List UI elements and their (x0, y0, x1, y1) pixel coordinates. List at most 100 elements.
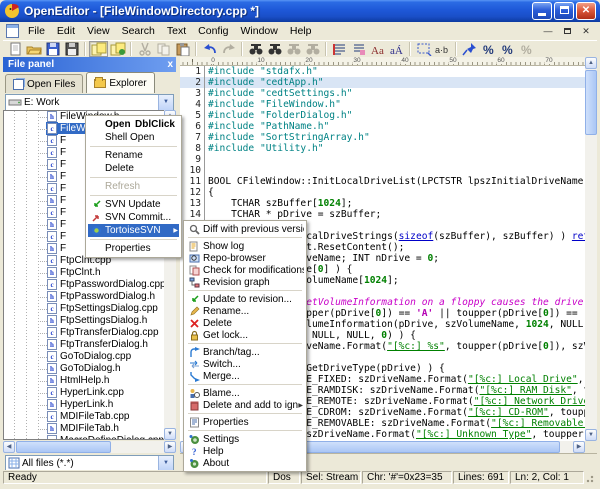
clear-marks-button[interactable] (349, 41, 368, 57)
app-icon[interactable] (4, 3, 20, 19)
tortoisesvn-item-rename[interactable]: Rename... (186, 305, 304, 317)
tree-item-ftppassworddialog-h[interactable]: hFtpPasswordDialog.h (4, 291, 164, 303)
tree-item-label: F (57, 207, 69, 218)
context-menu-item-svn-commit[interactable]: SVN Commit... (88, 211, 179, 224)
tortoisesvn-item-update-to-revision[interactable]: Update to revision... (186, 293, 304, 305)
open-file-button[interactable] (24, 41, 43, 57)
context-menu-item-rename[interactable]: Rename (88, 149, 179, 162)
mdi-restore-button[interactable] (559, 25, 575, 38)
maximize-button[interactable] (554, 2, 574, 20)
tree-item-ftpsettingsdialog-cpp[interactable]: cFtpSettingsDialog.cpp (4, 303, 164, 315)
filter-dropdown-arrow-icon[interactable]: ▼ (158, 456, 173, 470)
context-menu-item-delete[interactable]: Delete (88, 162, 179, 175)
menu-item-label: SVN Update (105, 199, 179, 210)
file-panel-close-icon[interactable]: x (167, 57, 173, 72)
editor-vertical-scrollbar[interactable]: ▲ ▼ (585, 57, 597, 441)
tortoisesvn-item-help[interactable]: ?Help (186, 445, 304, 457)
tab-open-files[interactable]: Open Files (5, 74, 83, 93)
drive-selector[interactable]: E: Work ▼ (5, 94, 174, 111)
scroll-thumb[interactable] (16, 441, 111, 453)
tortoisesvn-item-delete[interactable]: Delete (186, 317, 304, 329)
file-panel-toggle-button[interactable] (89, 41, 108, 57)
context-menu-item-tortoisesvn[interactable]: TortoiseSVN▶ (88, 224, 179, 237)
tree-item-gotodialog-h[interactable]: hGoToDialog.h (4, 363, 164, 375)
tortoisesvn-item-switch[interactable]: Switch... (186, 358, 304, 370)
find-and-mark-button[interactable] (265, 41, 284, 57)
menu-search[interactable]: Search (116, 23, 161, 39)
paste-button[interactable] (173, 41, 192, 57)
minimize-button[interactable] (532, 2, 552, 20)
tortoisesvn-item-about[interactable]: About (186, 457, 304, 469)
new-file-button[interactable] (5, 41, 24, 57)
file-filter-selector[interactable]: All files (*.*) ▼ (5, 455, 174, 471)
close-button[interactable]: ✕ (576, 2, 596, 20)
tortoisesvn-item-settings[interactable]: Settings (186, 433, 304, 445)
save-button[interactable] (43, 41, 62, 57)
tree-item-ftptransferdialog-h[interactable]: hFtpTransferDialog.h (4, 339, 164, 351)
tab-explorer[interactable]: Explorer (86, 72, 154, 93)
scroll-right-icon[interactable]: ▶ (573, 441, 585, 453)
tortoisesvn-item-properties[interactable]: Properties (186, 416, 304, 428)
scroll-thumb[interactable] (585, 70, 597, 135)
scroll-left-icon[interactable]: ◀ (3, 441, 15, 453)
menu-window[interactable]: Window (235, 23, 284, 39)
indent-marks-button[interactable] (330, 41, 349, 57)
menu-file[interactable]: File (22, 23, 51, 39)
mdi-close-button[interactable]: ✕ (578, 25, 594, 38)
tree-item-htmlhelp-h[interactable]: hHtmlHelp.h (4, 375, 164, 387)
tortoisesvn-item-show-log[interactable]: Show log (186, 240, 304, 252)
tree-item-mdifiletab-h[interactable]: hMDIFileTab.h (4, 423, 164, 435)
menu-help[interactable]: Help (284, 23, 318, 39)
find-button[interactable] (246, 41, 265, 57)
tree-item-ftptransferdialog-cpp[interactable]: cFtpTransferDialog.cpp (4, 327, 164, 339)
to-uppercase-button[interactable]: aÁ (387, 41, 406, 57)
tortoisesvn-item-diff-with-previous-version[interactable]: Diff with previous version (186, 223, 304, 235)
tortoisesvn-item-check-for-modifications[interactable]: Check for modifications (186, 264, 304, 276)
tree-item-ftppassworddialog-cpp[interactable]: cFtpPasswordDialog.cpp (4, 279, 164, 291)
tortoisesvn-item-delete-and-add-to-ignore-list[interactable]: Delete and add to ignore list▶ (186, 399, 304, 411)
drive-dropdown-arrow-icon[interactable]: ▼ (158, 95, 173, 110)
tortoisesvn-item-merge[interactable]: Merge... (186, 370, 304, 382)
tree-item-ftpsettingsdialog-h[interactable]: hFtpSettingsDialog.h (4, 315, 164, 327)
tortoisesvn-item-get-lock[interactable]: Get lock... (186, 329, 304, 341)
replace-button[interactable]: a·b (433, 41, 452, 57)
tortoisesvn-item-blame[interactable]: Blame... (186, 387, 304, 399)
menu-edit[interactable]: Edit (51, 23, 81, 39)
mdi-minimize-button[interactable]: — (540, 25, 556, 38)
tree-item-label: FtpSettingsDialog.cpp (57, 303, 161, 314)
scroll-thumb[interactable] (295, 441, 560, 453)
macro-1-button[interactable]: % (479, 41, 498, 57)
scroll-up-icon[interactable]: ▲ (585, 57, 597, 69)
context-menu-item-shell-open[interactable]: Shell Open (88, 131, 179, 144)
context-menu-item-svn-update[interactable]: SVN Update (88, 198, 179, 211)
to-lowercase-button[interactable]: Aa (368, 41, 387, 57)
tortoisesvn-item-branch-tag[interactable]: Branch/tag... (186, 346, 304, 358)
bookmark-pin-button[interactable] (460, 41, 479, 57)
tree-item-mdifiletab-cpp[interactable]: cMDIFileTab.cpp (4, 411, 164, 423)
tree-item-hyperlink-cpp[interactable]: cHyperLink.cpp (4, 387, 164, 399)
ruler-number: 60 (496, 57, 505, 64)
tortoisesvn-item-repo-browser[interactable]: Repo-browser (186, 252, 304, 264)
undo-button[interactable] (200, 41, 219, 57)
tortoisesvn-item-revision-graph[interactable]: Revision graph (186, 276, 304, 288)
menu-text[interactable]: Text (161, 23, 192, 39)
tree-item-gotodialog-cpp[interactable]: cGoToDialog.cpp (4, 351, 164, 363)
scroll-down-icon[interactable]: ▼ (164, 428, 176, 440)
menu-view[interactable]: View (81, 23, 116, 39)
context-menu-item-open-file[interactable]: Open FileDblClick (88, 118, 179, 131)
ftp-panel-button[interactable] (108, 41, 127, 57)
menu-config[interactable]: Config (192, 23, 234, 39)
resize-grip[interactable] (585, 470, 597, 485)
tree-item-ftpclnt-h[interactable]: hFtpClnt.h (4, 267, 164, 279)
tree-item-hyperlink-h[interactable]: hHyperLink.h (4, 399, 164, 411)
file-panel-header[interactable]: File panel x (3, 57, 176, 72)
tree-item-macrodefinedialog-cpp[interactable]: cMacroDefineDialog.cpp (4, 435, 164, 440)
scroll-down-icon[interactable]: ▼ (585, 429, 597, 441)
block-select-button[interactable] (414, 41, 433, 57)
scroll-right-icon[interactable]: ▶ (164, 441, 176, 453)
macro-2-button[interactable]: % (498, 41, 517, 57)
file-tree-horizontal-scrollbar[interactable]: ◀ ▶ (3, 441, 176, 453)
context-menu-item-properties[interactable]: Properties (88, 242, 179, 255)
document-system-menu-icon[interactable] (6, 24, 19, 38)
save-all-button[interactable] (62, 41, 81, 57)
